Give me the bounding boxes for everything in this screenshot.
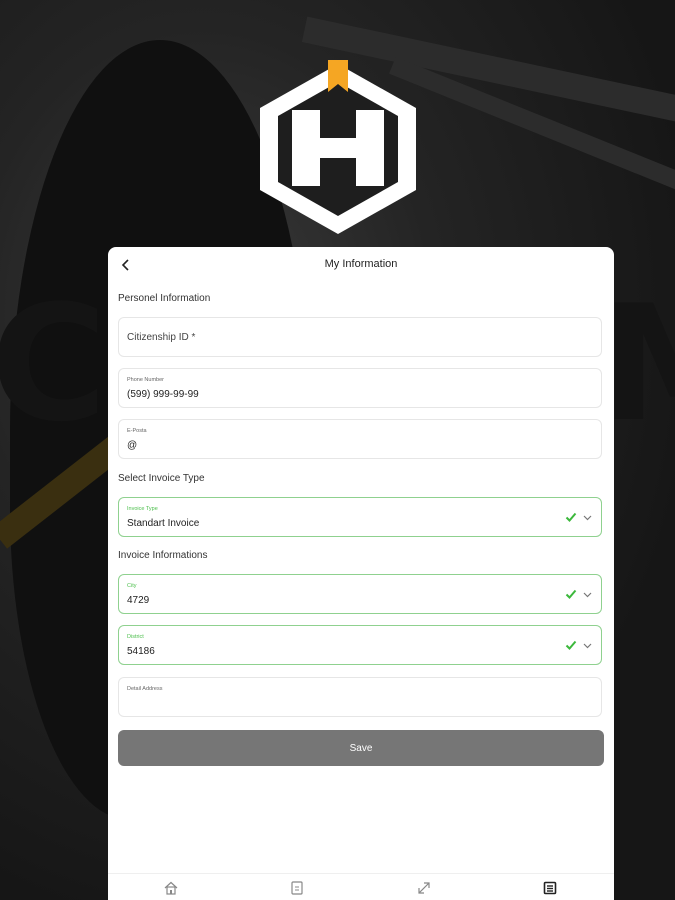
- district-value: 54186: [127, 646, 155, 657]
- check-icon: [565, 512, 577, 522]
- district-label: District: [127, 634, 144, 640]
- email-field[interactable]: E-Posta @: [118, 419, 602, 459]
- detail-address-field[interactable]: Detail Address: [118, 677, 602, 717]
- chevron-down-icon: [583, 643, 592, 649]
- save-button[interactable]: Save: [118, 730, 604, 766]
- header: My Information: [108, 247, 614, 283]
- nav-documents[interactable]: [289, 880, 305, 896]
- nav-home[interactable]: [163, 880, 179, 896]
- my-information-card: My Information Personel Information Citi…: [108, 247, 614, 900]
- document-icon: [291, 881, 303, 895]
- page-title: My Information: [324, 258, 398, 270]
- invoice-type-select[interactable]: Invoice Type Standart Invoice: [118, 497, 602, 537]
- hexagon-h-logo: [260, 60, 416, 234]
- section-personal-title: Personel Information: [118, 293, 211, 304]
- city-value: 4729: [127, 595, 150, 606]
- section-invoice-type-title: Select Invoice Type: [118, 473, 205, 484]
- chevron-down-icon: [583, 515, 592, 521]
- phone-number-value: (599) 999-99-99: [127, 389, 199, 400]
- district-select[interactable]: District 54186: [118, 625, 602, 665]
- chevron-down-icon: [583, 592, 592, 598]
- citizenship-id-placeholder: Citizenship ID *: [127, 332, 196, 343]
- phone-number-field[interactable]: Phone Number (599) 999-99-99: [118, 368, 602, 408]
- email-value: @: [127, 440, 138, 451]
- section-invoice-info-title: Invoice Informations: [118, 550, 208, 561]
- detail-address-label: Detail Address: [127, 686, 163, 692]
- list-icon: [543, 881, 557, 895]
- email-label: E-Posta: [127, 428, 147, 434]
- expand-icon: [418, 882, 430, 894]
- citizenship-id-field[interactable]: Citizenship ID *: [118, 317, 602, 357]
- nav-expand[interactable]: [416, 880, 432, 896]
- check-icon: [565, 640, 577, 650]
- bottom-nav: [108, 873, 614, 900]
- home-icon: [164, 881, 178, 895]
- city-label: City: [127, 583, 137, 589]
- invoice-type-value: Standart Invoice: [127, 518, 200, 529]
- phone-number-label: Phone Number: [127, 377, 164, 383]
- check-icon: [565, 589, 577, 599]
- invoice-type-label: Invoice Type: [127, 506, 158, 512]
- nav-list[interactable]: [542, 880, 558, 896]
- city-select[interactable]: City 4729: [118, 574, 602, 614]
